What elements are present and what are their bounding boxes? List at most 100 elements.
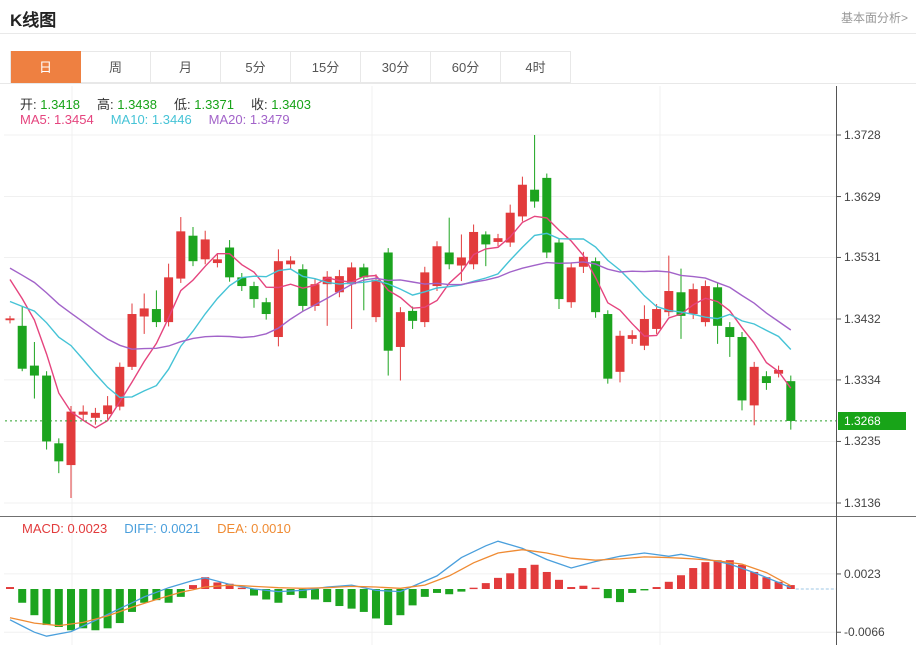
candle-body [128, 314, 137, 367]
macd-bar [348, 589, 356, 609]
tab-60分[interactable]: 60分 [431, 51, 501, 83]
candle-body [603, 314, 612, 379]
macd-bar [714, 560, 722, 589]
candle-body [213, 259, 222, 263]
candle-body [237, 277, 246, 286]
tab-周[interactable]: 周 [81, 51, 151, 83]
candle-body [262, 302, 271, 314]
macd-bar [409, 589, 417, 605]
macd-bar [104, 589, 112, 628]
ma-row-ma5: MA5: 1.3454 [20, 112, 94, 127]
price-axis-label: 1.3432 [844, 311, 881, 327]
candle-body [652, 309, 661, 329]
candle-body [189, 236, 198, 261]
candle-body [91, 413, 100, 418]
macd-bar [482, 583, 490, 589]
candle-body [18, 326, 27, 369]
tab-15分[interactable]: 15分 [291, 51, 361, 83]
candle-body [54, 443, 63, 461]
candle-body [762, 376, 771, 383]
macd-bar [360, 589, 368, 612]
macd-bar [592, 588, 600, 589]
candle-body [616, 336, 625, 372]
macd-row-diff: DIFF: 0.0021 [124, 521, 200, 536]
macd-bar [628, 589, 636, 593]
tab-5分[interactable]: 5分 [221, 51, 291, 83]
tab-日[interactable]: 日 [11, 51, 81, 83]
candle-body [481, 234, 490, 244]
candle-body [750, 367, 759, 406]
candle-body [6, 318, 15, 320]
macd-bar [238, 588, 246, 589]
candle-body [518, 185, 527, 217]
macd-bar [18, 589, 26, 603]
macd-bar [701, 562, 709, 589]
candle-body [79, 412, 88, 415]
macd-bar [384, 589, 392, 625]
macd-bar [616, 589, 624, 602]
page-title: K线图 [10, 6, 56, 31]
candle-body [713, 287, 722, 326]
candle-body [176, 231, 185, 278]
candle-body [433, 246, 442, 286]
macd-bar [372, 589, 380, 618]
macd-bar [543, 572, 551, 589]
macd-bar [433, 589, 441, 593]
price-axis-label: 1.3235 [844, 433, 881, 449]
macd-bar [287, 589, 295, 595]
macd-bar [396, 589, 404, 615]
macd-bar [311, 589, 319, 599]
macd-bar [567, 587, 575, 589]
macd-bar [91, 589, 99, 630]
macd-bar [323, 589, 331, 602]
macd-bar [518, 568, 526, 589]
macd-bar [250, 589, 258, 596]
tab-4时[interactable]: 4时 [501, 51, 571, 83]
macd-readout: MACD: 0.0023DIFF: 0.0021DEA: 0.0010 [22, 521, 308, 536]
tab-月[interactable]: 月 [151, 51, 221, 83]
macd-bar [335, 589, 343, 606]
macd-bar [494, 578, 502, 589]
candle-body [384, 252, 393, 350]
macd-bar [421, 589, 429, 597]
ma-readout: MA5: 1.3454MA10: 1.3446MA20: 1.3479 [20, 112, 307, 127]
price-axis-label: 1.3334 [844, 372, 881, 388]
macd-bar [677, 575, 685, 589]
price-axis-label: 1.3728 [844, 127, 881, 143]
candle-body [725, 327, 734, 337]
candle-body [408, 311, 417, 321]
tab-30分[interactable]: 30分 [361, 51, 431, 83]
macd-bar [604, 589, 612, 598]
price-axis-label: 1.3136 [844, 495, 881, 511]
macd-bar [653, 587, 661, 589]
macd-bar [457, 589, 465, 592]
period-tabstrip: 日周月5分15分30分60分4时 [10, 51, 571, 83]
kline-page: { "header": { "title": "K线图", "link": "基… [0, 0, 916, 645]
candle-body [30, 366, 39, 376]
candle-body [152, 309, 161, 322]
macd-bar [30, 589, 38, 615]
candle-body [201, 239, 210, 259]
macd-bar [750, 572, 758, 589]
macd-bar [445, 589, 453, 594]
candle-body [103, 405, 112, 414]
macd-axis-label: 0.0023 [844, 566, 881, 582]
candle-body [372, 280, 381, 317]
candle-body [689, 289, 698, 314]
candle-body [42, 376, 51, 442]
candle-body [591, 261, 600, 312]
candle-body [67, 412, 76, 465]
ohlc-readout: 开: 1.3418高: 1.3438低: 1.3371收: 1.3403 [20, 94, 328, 113]
candle-body [542, 178, 551, 253]
macd-bar [55, 589, 63, 627]
candle-body [250, 286, 259, 299]
title-separator [0, 33, 916, 34]
fundamental-analysis-link[interactable]: 基本面分析> [841, 9, 908, 26]
candle-body [494, 238, 503, 242]
ohlc-row-open: 开: 1.3418 [20, 97, 80, 112]
candle-body [628, 335, 637, 339]
candle-body [555, 243, 564, 300]
ohlc-row-close: 收: 1.3403 [251, 97, 311, 112]
macd-bar [116, 589, 124, 623]
current-price-badge: 1.3268 [838, 412, 906, 430]
